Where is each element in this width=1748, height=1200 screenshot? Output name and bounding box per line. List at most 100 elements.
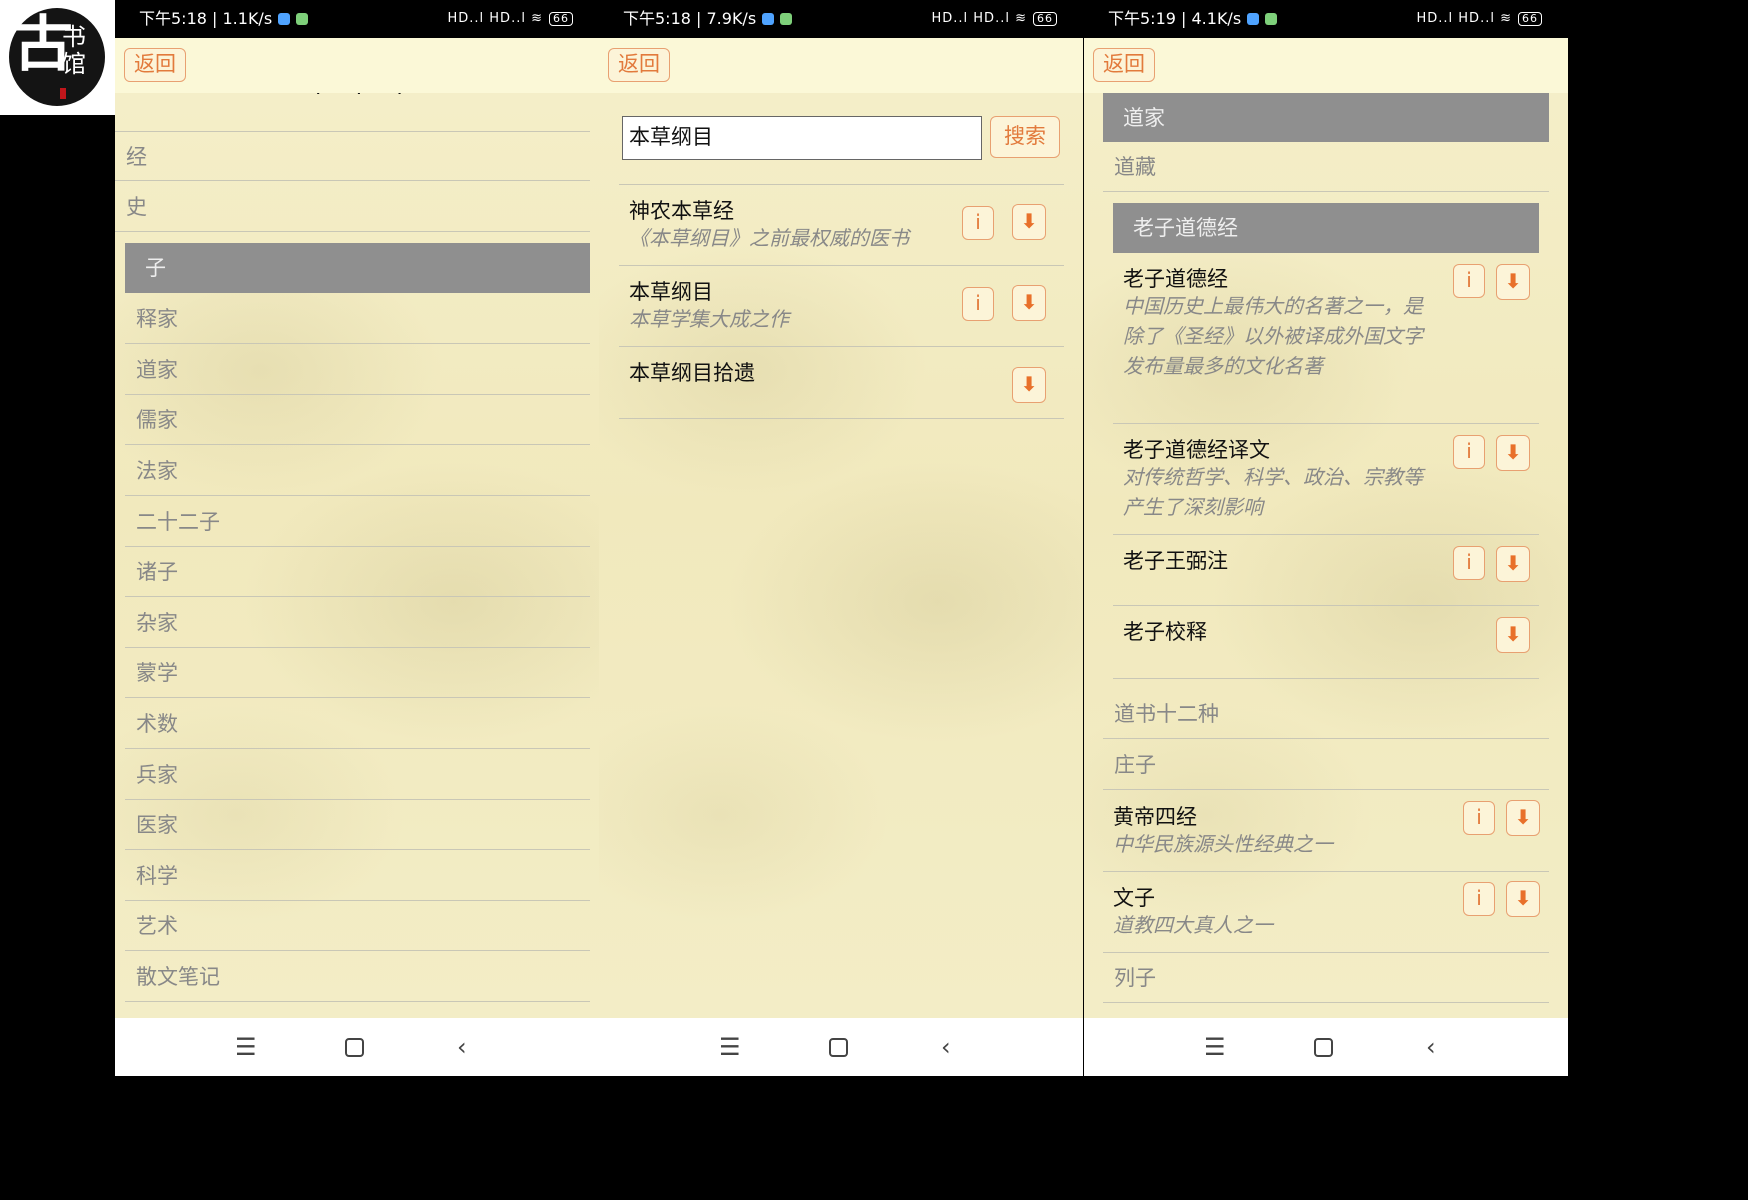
book-item[interactable]: 黄帝四经 中华民族源头性经典之一 i ⬇ — [1103, 791, 1549, 872]
book-item[interactable]: 文子 道教四大真人之一 i ⬇ — [1103, 872, 1549, 953]
download-button[interactable]: ⬇ — [1496, 546, 1530, 582]
notify-icon — [762, 13, 775, 25]
back-nav-icon[interactable]: ‹ — [941, 1032, 951, 1062]
info-button[interactable]: i — [1463, 882, 1495, 916]
home-icon[interactable] — [345, 1032, 364, 1064]
menu-icon[interactable]: ☰ — [1204, 1032, 1226, 1062]
book-title: 老子校释 — [1123, 620, 1207, 644]
app-icon — [780, 13, 793, 25]
screen-category-list: 下午5:18 | 1.1K/s HD..l HD..l ≋ 66 返回 · · ·… — [115, 0, 599, 1076]
info-button[interactable]: i — [1463, 801, 1495, 835]
book-item[interactable]: 老子道德经译文 对传统哲学、科学、政治、宗教等产生了深刻影响 i ⬇ — [1113, 424, 1539, 535]
book-item[interactable]: 本草纲目 本草学集大成之作 i ⬇ — [619, 266, 1064, 347]
app-icon — [296, 13, 309, 25]
back-button[interactable]: 返回 — [608, 48, 670, 82]
book-title: 黄帝四经 — [1113, 805, 1197, 829]
category-row[interactable]: 科学 — [125, 851, 590, 901]
search-input[interactable]: 本草纲目 — [622, 116, 982, 160]
sub-section-header[interactable]: 老子道德经 — [1113, 203, 1539, 253]
category-row[interactable]: 经 — [115, 131, 590, 181]
category-row[interactable]: 艺术 — [125, 901, 590, 951]
screen-daoism-list: 下午5:19 | 4.1K/s HD..l HD..l ≋ 66 返回 道家 道藏… — [1084, 0, 1568, 1076]
status-time: 下午5:19 | 4.1K/s — [1108, 9, 1242, 28]
back-button[interactable]: 返回 — [1093, 48, 1155, 82]
category-row[interactable]: 庄子 — [1103, 740, 1549, 790]
info-button[interactable]: i — [962, 206, 994, 240]
app-logo: 古 书馆 — [0, 0, 115, 115]
book-desc: 中国历史上最伟大的名著之一，是除了《圣经》以外被译成外国文字发布量最多的文化名著 — [1123, 294, 1423, 378]
logo-side-chars: 书馆 — [62, 23, 86, 78]
category-list: · · · 经 史 子 释家 道家 儒家 法家 二十二子 诸子 杂家 蒙学 术数… — [115, 93, 599, 1018]
book-item[interactable]: 老子道德经 中国历史上最伟大的名著之一，是除了《圣经》以外被译成外国文字发布量最… — [1113, 253, 1539, 424]
book-title: 老子道德经 — [1123, 267, 1228, 291]
app-icon — [1265, 13, 1278, 25]
home-icon[interactable] — [829, 1032, 848, 1064]
category-row[interactable]: 道藏 — [1103, 142, 1549, 192]
search-button[interactable]: 搜索 — [990, 116, 1060, 158]
battery-icon: 66 — [1518, 12, 1542, 26]
section-header[interactable]: 子 — [125, 243, 590, 293]
book-title: 文子 — [1113, 886, 1155, 910]
book-title: 本草纲目拾遗 — [629, 361, 755, 385]
signal-icon: HD..l HD..l — [1416, 11, 1495, 26]
book-item[interactable]: 老子校释 ⬇ — [1113, 606, 1539, 679]
info-button[interactable]: i — [1453, 264, 1485, 298]
category-row[interactable]: 医家 — [125, 800, 590, 850]
status-bar: 下午5:18 | 1.1K/s HD..l HD..l ≋ 66 — [115, 0, 599, 38]
status-time: 下午5:18 | 7.9K/s — [623, 9, 757, 28]
book-item[interactable]: 老子王弼注 i ⬇ — [1113, 535, 1539, 606]
section-header[interactable]: 道家 — [1103, 93, 1549, 142]
category-row[interactable]: 儒家 — [125, 395, 590, 445]
book-title: 老子王弼注 — [1123, 549, 1228, 573]
daoism-list: 道家 道藏 老子道德经 老子道德经 中国历史上最伟大的名著之一，是除了《圣经》以… — [1084, 93, 1568, 1018]
logo-seal — [60, 88, 66, 99]
category-row[interactable]: 史 — [115, 182, 590, 232]
category-row[interactable]: 蒙学 — [125, 648, 590, 698]
book-item[interactable]: 本草纲目拾遗 ⬇ — [619, 347, 1064, 419]
menu-icon[interactable]: ☰ — [719, 1032, 741, 1062]
download-button[interactable]: ⬇ — [1496, 264, 1530, 300]
system-nav-bar: ☰ ‹ — [115, 1018, 599, 1076]
download-button[interactable]: ⬇ — [1012, 204, 1046, 240]
category-row[interactable]: 诸子 — [125, 547, 590, 597]
back-button[interactable]: 返回 — [124, 48, 186, 82]
book-desc: 本草学集大成之作 — [629, 307, 789, 331]
back-nav-icon[interactable]: ‹ — [1426, 1032, 1436, 1062]
signal-icon: HD..l HD..l — [931, 11, 1010, 26]
book-title: 神农本草经 — [629, 199, 734, 223]
category-row[interactable]: 术数 — [125, 699, 590, 749]
wifi-icon: ≋ — [1500, 11, 1512, 26]
info-button[interactable]: i — [1453, 546, 1485, 580]
info-button[interactable]: i — [962, 287, 994, 321]
info-button[interactable]: i — [1453, 435, 1485, 469]
search-results: 本草纲目 搜索 神农本草经 《本草纲目》之前最权威的医书 i ⬇ 本草纲目 本草… — [599, 93, 1083, 1018]
download-button[interactable]: ⬇ — [1012, 285, 1046, 321]
download-button[interactable]: ⬇ — [1496, 617, 1530, 653]
category-row[interactable]: 列子 — [1103, 953, 1549, 1003]
book-item[interactable]: 神农本草经 《本草纲目》之前最权威的医书 i ⬇ — [619, 185, 1064, 266]
download-button[interactable]: ⬇ — [1012, 367, 1046, 403]
book-desc: 对传统哲学、科学、政治、宗教等产生了深刻影响 — [1123, 465, 1423, 519]
notify-icon — [1247, 13, 1260, 25]
book-title: 本草纲目 — [629, 280, 713, 304]
category-row[interactable]: 二十二子 — [125, 497, 590, 547]
download-button[interactable]: ⬇ — [1506, 800, 1540, 836]
back-nav-icon[interactable]: ‹ — [457, 1032, 467, 1062]
book-desc: 道教四大真人之一 — [1113, 913, 1273, 937]
menu-icon[interactable]: ☰ — [235, 1032, 257, 1062]
category-row[interactable]: 杂家 — [125, 598, 590, 648]
category-row[interactable]: 道书十二种 — [1103, 689, 1549, 739]
download-button[interactable]: ⬇ — [1506, 881, 1540, 917]
top-bar: 返回 — [115, 38, 599, 93]
home-icon[interactable] — [1314, 1032, 1333, 1064]
category-row[interactable]: 法家 — [125, 446, 590, 496]
notify-icon — [278, 13, 291, 25]
category-row[interactable]: 兵家 — [125, 750, 590, 800]
download-button[interactable]: ⬇ — [1496, 435, 1530, 471]
system-nav-bar: ☰ ‹ — [599, 1018, 1083, 1076]
category-row[interactable]: 道家 — [125, 345, 590, 395]
category-row[interactable]: 释家 — [125, 294, 590, 344]
category-row[interactable]: 散文笔记 — [125, 952, 590, 1002]
battery-icon: 66 — [549, 12, 573, 26]
status-time: 下午5:18 | 1.1K/s — [139, 9, 273, 28]
